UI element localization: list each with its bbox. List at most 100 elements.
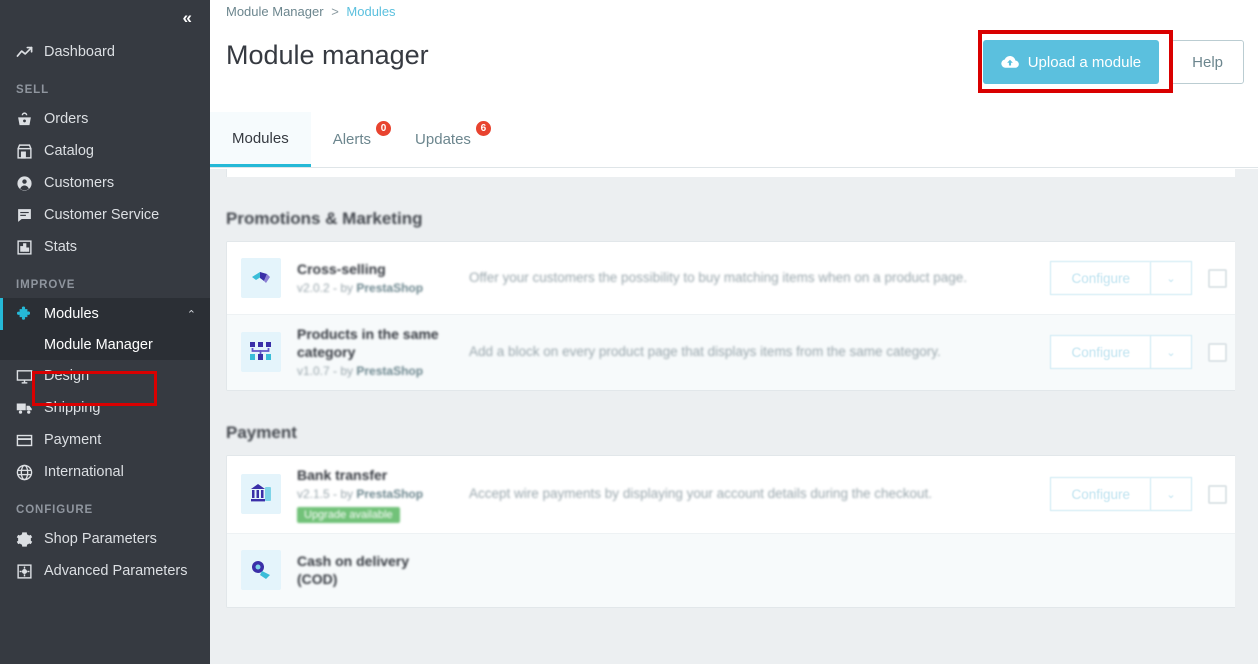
module-row: Cross-selling v2.0.2 - by PrestaShop Off… [227, 242, 1241, 315]
tab-alerts[interactable]: Alerts 0 [311, 112, 393, 167]
tab-bar: Modules Alerts 0 Updates 6 [210, 112, 1258, 168]
module-meta: Bank transfer v2.1.5 - by PrestaShop Upg… [297, 466, 447, 523]
chat-icon [16, 207, 44, 224]
sidebar-item-label: Shop Parameters [44, 531, 157, 547]
sidebar-item-label: Payment [44, 432, 102, 448]
configure-button-group: Configure ⌄ [1050, 261, 1192, 295]
sidebar-section-improve: IMPROVE [16, 279, 76, 291]
store-icon [16, 143, 44, 160]
sidebar-item-dashboard[interactable]: Dashboard [0, 36, 210, 68]
group-title-promotions: Promotions & Marketing [226, 209, 423, 228]
upgrade-available-badge: Upgrade available [297, 506, 400, 523]
tab-updates[interactable]: Updates 6 [393, 112, 493, 167]
configure-button-group: Configure ⌄ [1050, 477, 1192, 512]
sidebar-item-orders[interactable]: Orders [0, 103, 210, 135]
breadcrumb: Module Manager > Modules [226, 4, 396, 19]
module-row: Products in the same category v1.0.7 - b… [227, 315, 1241, 390]
module-name: Cross-selling [297, 260, 386, 277]
module-card-promotions: Cross-selling v2.0.2 - by PrestaShop Off… [226, 241, 1242, 391]
header-actions: Upload a module Help [982, 40, 1244, 84]
content-right-gutter [1235, 169, 1258, 664]
sidebar-item-shipping[interactable]: Shipping [0, 392, 210, 424]
configure-button[interactable]: Configure [1050, 477, 1150, 512]
tab-label: Modules [232, 129, 289, 147]
gear-icon [16, 531, 44, 548]
previous-section-panel-edge [226, 169, 1242, 177]
main-panel: Module Manager > Modules Module manager … [210, 0, 1258, 664]
sidebar-item-label: Shipping [44, 400, 101, 416]
configure-button[interactable]: Configure [1050, 261, 1150, 295]
module-description: Add a block on every product page that d… [469, 343, 941, 359]
sidebar-section-configure: CONFIGURE [16, 504, 94, 516]
sidebar-item-label: Catalog [44, 143, 94, 159]
module-select-checkbox[interactable] [1208, 268, 1227, 288]
trending-up-icon [16, 44, 44, 61]
module-row: Cash on delivery (COD) [227, 533, 1241, 607]
breadcrumb-parent[interactable]: Module Manager [226, 4, 324, 19]
sidebar-item-label: International [44, 464, 124, 480]
person-circle-icon [16, 175, 44, 192]
help-button[interactable]: Help [1171, 40, 1244, 84]
module-meta: Cash on delivery (COD) [297, 552, 447, 588]
alerts-badge: 0 [376, 121, 392, 136]
cod-icon [241, 550, 281, 591]
module-author: PrestaShop [356, 281, 424, 295]
configure-button[interactable]: Configure [1050, 335, 1150, 370]
sidebar-item-label: Design [44, 368, 90, 384]
collapse-sidebar-icon[interactable]: « [183, 8, 193, 28]
sidebar-item-module-manager[interactable]: Module Manager [0, 330, 210, 360]
sidebar-item-payment[interactable]: Payment [0, 424, 210, 456]
module-version-text: v2.1.5 - by [297, 486, 354, 501]
sidebar-item-stats[interactable]: Stats [0, 231, 210, 263]
breadcrumb-separator: > [331, 4, 339, 19]
sidebar-item-label: Modules [44, 306, 99, 322]
credit-card-icon [16, 432, 44, 449]
modules-list: Promotions & Marketing Cross-selling v2.… [210, 169, 1258, 608]
sidebar-item-advanced-parameters[interactable]: Advanced Parameters [0, 555, 210, 587]
upload-a-module-button[interactable]: Upload a module [982, 40, 1160, 84]
sidebar-item-international[interactable]: International [0, 456, 210, 488]
module-description: Accept wire payments by displaying your … [469, 485, 933, 501]
module-meta: Products in the same category v1.0.7 - b… [297, 325, 447, 380]
module-select-checkbox[interactable] [1208, 484, 1227, 504]
sidebar-item-modules[interactable]: Modules ⌃ [0, 298, 210, 330]
sidebar-item-customers[interactable]: Customers [0, 167, 210, 199]
module-select-checkbox[interactable] [1208, 342, 1227, 362]
bar-chart-icon [16, 239, 44, 256]
modules-content: Promotions & Marketing Cross-selling v2.… [210, 169, 1258, 664]
module-name: Cash on delivery (COD) [297, 553, 410, 588]
sidebar-subitem-label: Module Manager [44, 337, 153, 353]
module-version-text: v1.0.7 - by [297, 364, 354, 379]
module-card-payment: Bank transfer v2.1.5 - by PrestaShop Upg… [226, 454, 1242, 608]
module-author: PrestaShop [356, 364, 424, 379]
chevron-up-icon[interactable]: ⌃ [187, 308, 196, 321]
tab-label: Updates [415, 131, 471, 148]
sidebar-item-shop-parameters[interactable]: Shop Parameters [0, 523, 210, 555]
basket-icon [16, 111, 44, 128]
sidebar-item-label: Dashboard [44, 44, 115, 60]
sidebar: « Dashboard SELL Orders Catalog Customer… [0, 0, 210, 664]
sidebar-item-design[interactable]: Design [0, 360, 210, 392]
module-description: Offer your customers the possibility to … [469, 269, 968, 285]
group-title-payment: Payment [226, 422, 297, 442]
sidebar-item-label: Customer Service [44, 207, 160, 223]
sidebar-item-label: Stats [44, 239, 78, 255]
category-grid-icon [241, 332, 281, 373]
upload-button-label: Upload a module [1027, 53, 1142, 71]
chevron-down-icon[interactable]: ⌄ [1150, 477, 1192, 512]
module-author: PrestaShop [356, 486, 424, 501]
module-name: Bank transfer [297, 466, 388, 483]
module-actions: Configure ⌄ [1050, 261, 1227, 295]
sidebar-item-catalog[interactable]: Catalog [0, 135, 210, 167]
chevron-down-icon[interactable]: ⌄ [1150, 261, 1192, 295]
module-version: v2.1.5 - by PrestaShop [297, 486, 447, 502]
module-version-text: v2.0.2 - by [297, 281, 354, 295]
module-name: Products in the same category [297, 326, 439, 361]
sidebar-item-customer-service[interactable]: Customer Service [0, 199, 210, 231]
chevron-down-icon[interactable]: ⌄ [1150, 335, 1192, 370]
breadcrumb-current[interactable]: Modules [346, 4, 395, 19]
module-meta: Cross-selling v2.0.2 - by PrestaShop [297, 260, 447, 296]
puzzle-icon [16, 305, 44, 323]
tab-modules[interactable]: Modules [210, 112, 311, 167]
admin-page: « Dashboard SELL Orders Catalog Customer… [0, 0, 1258, 664]
